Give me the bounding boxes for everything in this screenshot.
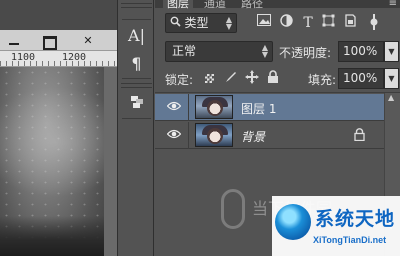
opacity-dropdown-button[interactable]: ▼ — [384, 41, 399, 62]
lock-label: 锁定: — [165, 73, 194, 87]
lock-all-icon[interactable] — [265, 70, 281, 86]
watermark-logo-right: 系统天地 XiTongTianDi.net — [272, 196, 400, 256]
lock-icon — [353, 128, 365, 142]
opacity-input[interactable]: 100% — [338, 41, 384, 62]
panel-menu-icon[interactable]: ≡ — [389, 0, 397, 9]
blend-mode-value: 正常 — [172, 44, 197, 58]
lock-transparency-icon[interactable] — [201, 70, 217, 86]
fill-dropdown-button[interactable]: ▼ — [384, 68, 399, 89]
watermark-logo-left — [221, 189, 245, 229]
chevron-updown-icon: ▲ ▼ — [225, 15, 232, 31]
paragraph-icon[interactable]: ¶ — [118, 54, 155, 73]
separator — [188, 94, 189, 121]
tab-channels[interactable]: 通道 — [200, 0, 230, 11]
type-filter-icon[interactable]: T — [299, 14, 317, 32]
document-window: ✕ 1100 1200 — [0, 0, 117, 256]
ruler-ticks — [0, 61, 117, 66]
document-scrollbar[interactable] — [104, 67, 117, 256]
panel-tabs: 图层 通道 路径 ≡ — [155, 0, 400, 13]
separator — [188, 122, 189, 149]
panel-grip[interactable] — [121, 3, 152, 8]
separator — [122, 78, 151, 79]
watermark-url: XiTongTianDi.net — [313, 235, 387, 245]
shape-filter-icon[interactable] — [319, 14, 337, 32]
thumbnail-face — [207, 128, 223, 144]
watermark-title: 系统天地 — [315, 208, 396, 230]
separator — [122, 19, 151, 20]
collapsed-panel-column: A| ¶ — [117, 0, 154, 256]
blend-mode-select[interactable]: 正常 ▲ ▼ — [165, 41, 273, 62]
3d-layers-icon[interactable] — [118, 93, 155, 109]
layer-row-layer1[interactable]: 图层 1 — [155, 94, 400, 121]
blend-row: 正常 ▲ ▼ 不透明度: 100% ▼ — [155, 41, 400, 63]
lock-pixels-icon[interactable] — [223, 70, 239, 86]
layer-thumbnail[interactable] — [195, 95, 233, 119]
character-icon[interactable]: A| — [118, 26, 155, 45]
minimize-button[interactable] — [4, 33, 24, 48]
document-title-strip — [0, 0, 117, 30]
fill-input[interactable]: 100% — [338, 68, 384, 89]
thumbnail-face — [207, 100, 223, 116]
close-button[interactable]: ✕ — [78, 33, 98, 48]
lock-position-icon[interactable] — [244, 70, 260, 86]
maximize-button[interactable] — [38, 33, 58, 50]
search-icon — [170, 16, 185, 30]
layer-thumbnail[interactable] — [195, 123, 233, 147]
fill-label: 填充: — [308, 73, 337, 87]
canvas-grass — [0, 216, 104, 256]
tab-paths[interactable]: 路径 — [237, 0, 267, 11]
panel-grip[interactable] — [121, 83, 152, 88]
separator — [122, 118, 151, 119]
horizontal-ruler: 1100 1200 — [0, 51, 117, 67]
layer-name[interactable]: 图层 1 — [241, 100, 276, 117]
window-controls: ✕ — [0, 30, 117, 51]
smart-object-filter-icon[interactable] — [341, 14, 359, 32]
eye-icon[interactable] — [166, 100, 182, 114]
chevron-updown-icon: ▲ ▼ — [261, 43, 268, 59]
filter-kind-label: 类型 — [184, 16, 209, 30]
filter-toggle-icon[interactable] — [367, 14, 381, 32]
adjustment-filter-icon[interactable] — [277, 14, 295, 32]
filter-row: 类型 ▲ ▼ T — [155, 13, 400, 35]
layer-row-background[interactable]: 背景 — [155, 122, 400, 149]
lock-row: 锁定: 填充: 100% ▼ — [155, 68, 400, 90]
image-filter-icon[interactable] — [255, 14, 273, 32]
divider — [155, 92, 400, 93]
opacity-label: 不透明度: — [279, 46, 332, 60]
eye-icon[interactable] — [166, 128, 182, 142]
layer-name[interactable]: 背景 — [241, 128, 265, 145]
filter-kind-select[interactable]: 类型 ▲ ▼ — [165, 13, 237, 33]
image-canvas[interactable] — [0, 67, 104, 256]
scroll-up-icon[interactable]: ▲ — [388, 93, 394, 102]
globe-icon — [275, 204, 311, 240]
tab-layers[interactable]: 图层 — [163, 0, 193, 11]
